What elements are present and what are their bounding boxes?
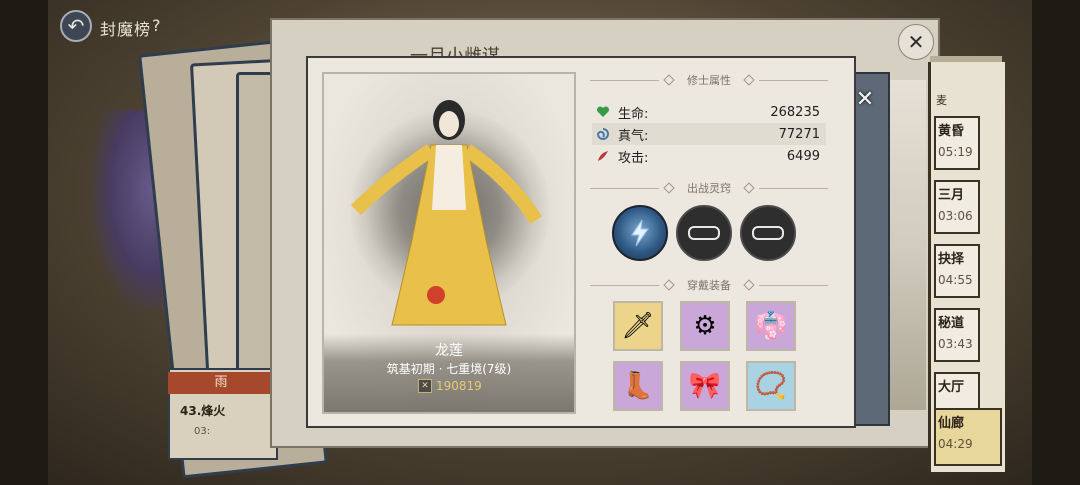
stat-label: 攻击: [618, 150, 649, 166]
ribbon-icon: 🎀 [688, 371, 722, 401]
stat-value: 268235 [770, 104, 820, 120]
equip-slot-necklace[interactable]: 📿 [746, 361, 796, 411]
close-x-icon: ✕ [907, 30, 925, 54]
stat-value: 6499 [786, 148, 820, 164]
rank-list-item[interactable]: 秘道 03:43 [934, 308, 980, 362]
combat-power: ✕ 190819 [418, 378, 508, 394]
rank-item-time: 03:06 [938, 209, 973, 223]
right-letterbox [1032, 0, 1080, 485]
rank-item-name: 秘道 [938, 316, 965, 331]
crossed-swords-icon: ✕ [418, 379, 432, 393]
spirit-slot-locked[interactable] [676, 205, 732, 261]
rank-item-name: 抉择 [938, 252, 965, 267]
rank-item-name: 三月 [938, 188, 965, 203]
back-button[interactable]: ↶ [60, 10, 92, 42]
spirit-slots-title: 出战灵窍 [687, 182, 731, 195]
heart-icon [596, 106, 610, 117]
equipment-section-header: 穿戴装备 [590, 277, 828, 293]
equip-slot-weapon[interactable]: 🗡 [613, 301, 663, 351]
stat-row-attack: 攻击: 6499 [592, 145, 826, 167]
equip-slot-bracer[interactable]: ⚙ [680, 301, 730, 351]
background-card-tag: 雨 [168, 372, 274, 394]
attributes-title: 修士属性 [687, 74, 731, 87]
rank-list-item[interactable]: 三月 03:06 [934, 180, 980, 234]
character-name: 龙莲 [435, 343, 463, 359]
boots-icon: 👢 [621, 371, 655, 401]
equip-slot-ribbon[interactable]: 🎀 [680, 361, 730, 411]
stat-row-qi: 真气: 77271 [592, 123, 826, 145]
lightning-bolt-icon [631, 219, 649, 247]
dagger-icon: 🗡 [621, 311, 655, 341]
panel-close-button[interactable]: ✕ [898, 24, 934, 60]
help-icon[interactable]: ? [152, 16, 161, 35]
page-title: 封魔榜 [100, 20, 152, 39]
rank-list-item[interactable]: 黄昏 05:19 [934, 116, 980, 170]
rank-item-time: 03:43 [938, 337, 973, 351]
rank-item-time: 04:29 [938, 437, 973, 451]
bracer-icon: ⚙ [693, 311, 717, 341]
spirit-slot-locked[interactable] [740, 205, 796, 261]
spirit-section-header: 出战灵窍 [590, 180, 828, 196]
character-realm: 筑基初期 · 七重境(7级) [386, 362, 512, 376]
popup-close-button[interactable]: ✕ [850, 84, 880, 114]
spirit-slot-equipped[interactable] [612, 205, 668, 261]
lock-icon [688, 226, 720, 240]
necklace-icon: 📿 [754, 371, 788, 401]
combat-power-value: 190819 [436, 379, 482, 393]
stat-label: 生命: [618, 106, 649, 122]
equip-slot-robe[interactable]: 👘 [746, 301, 796, 351]
robe-icon: 👘 [754, 311, 788, 341]
stat-value: 77271 [778, 126, 820, 142]
feather-icon [598, 151, 608, 161]
back-arrow-icon: ↶ [67, 14, 85, 38]
equip-slot-boots[interactable]: 👢 [613, 361, 663, 411]
background-card-name: 43.烽火 [180, 404, 226, 418]
equipment-title: 穿戴装备 [687, 279, 731, 292]
rank-item-time: 04:55 [938, 273, 973, 287]
rank-scroll-header: 麦 [936, 94, 947, 107]
left-letterbox [0, 0, 48, 485]
rank-list-item[interactable]: 抉择 04:55 [934, 244, 980, 298]
character-illustration [351, 100, 542, 326]
character-face [439, 111, 459, 137]
character-inner-robe [432, 145, 466, 210]
rank-list-item-selected[interactable]: 仙廊 04:29 [934, 408, 1002, 466]
character-ornament [427, 286, 445, 304]
rank-item-name: 黄昏 [938, 124, 965, 139]
background-card-time: 03: [194, 426, 211, 437]
rank-item-name: 仙廊 [938, 416, 965, 431]
rank-item-time: 05:19 [938, 145, 973, 159]
stat-row-hp: 生命: 268235 [592, 101, 826, 123]
stat-label: 真气: [618, 128, 649, 144]
attributes-section-header: 修士属性 [590, 72, 828, 88]
rank-item-name: 大厅 [938, 380, 965, 395]
swirl-icon [596, 128, 609, 140]
close-x-icon: ✕ [855, 86, 875, 112]
lock-icon [752, 226, 784, 240]
